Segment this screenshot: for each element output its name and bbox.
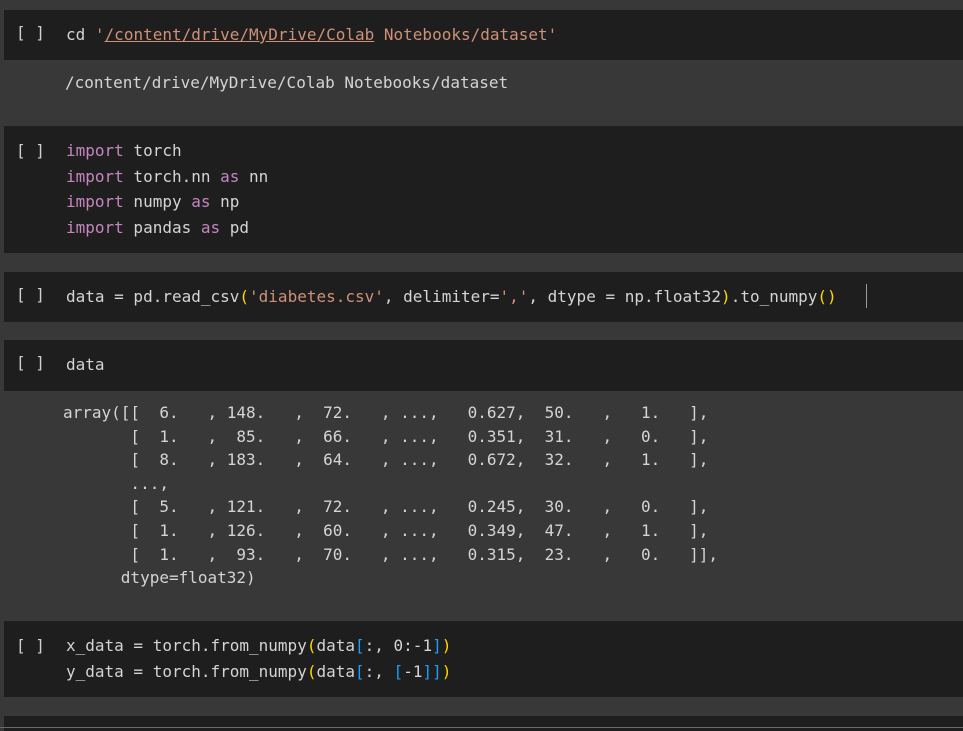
code-token: , delimiter=: [383, 287, 500, 306]
code-token: data = pd.read_csv: [66, 287, 240, 306]
code-editor[interactable]: x_data = torch.from_numpy(data[:, 0:-1])…: [66, 633, 451, 684]
code-cell-cd[interactable]: [ ] cd '/content/drive/MyDrive/Colab Not…: [4, 10, 963, 60]
paren-token: ): [441, 661, 452, 681]
code-editor[interactable]: import torch import torch.nn as nn impor…: [66, 138, 268, 241]
code-token: data: [316, 636, 355, 655]
string-token: ': [547, 25, 558, 44]
output-text: /content/drive/MyDrive/Colab Notebooks/d…: [65, 73, 509, 92]
run-cell-button[interactable]: [ ]: [16, 23, 52, 43]
bracket-token: [: [355, 636, 365, 655]
code-token: numpy: [123, 192, 192, 212]
code-token: torch: [123, 141, 182, 160]
keyword-token: as: [191, 192, 211, 212]
code-editor[interactable]: cd '/content/drive/MyDrive/Colab Noteboo…: [66, 22, 557, 48]
output-line: [ 1. , 85. , 66. , ..., 0.351, 31. , 0. …: [63, 426, 709, 446]
code-token: np: [210, 192, 240, 212]
paren-token: (: [239, 287, 250, 306]
string-token: ': [94, 25, 105, 44]
code-token: nn: [239, 166, 269, 186]
run-cell-button[interactable]: [ ]: [16, 636, 52, 656]
keyword-token: import: [66, 166, 124, 186]
code-cell-data[interactable]: [ ] data: [4, 340, 963, 391]
code-token: -1: [403, 661, 423, 681]
output-line: [ 5. , 121. , 72. , ..., 0.245, 30. , 0.…: [63, 497, 709, 517]
path-link[interactable]: /content/drive/MyDrive/Colab: [105, 25, 375, 44]
output-line: [ 8. , 183. , 64. , ..., 0.672, 32. , 1.…: [63, 450, 709, 470]
code-token: :,: [364, 661, 394, 681]
output-line: ...,: [63, 473, 169, 493]
bracket-token: ]: [432, 661, 442, 681]
paren-token: ): [441, 636, 452, 655]
text-cursor: [866, 284, 867, 308]
code-cell-imports[interactable]: [ ] import torch import torch.nn as nn i…: [4, 126, 963, 253]
output-line: [ 1. , 126. , 60. , ..., 0.349, 47. , 1.…: [63, 521, 709, 540]
string-token: 'diabetes.csv': [249, 287, 384, 306]
keyword-token: import: [66, 192, 124, 212]
paren-token: ): [721, 287, 731, 306]
keyword-token: as: [200, 218, 221, 238]
code-token: y_data = torch.from_numpy: [66, 661, 307, 681]
keyword-token: import: [66, 141, 124, 160]
code-editor[interactable]: data = pd.read_csv('diabetes.csv', delim…: [66, 284, 837, 310]
code-token: :, 0:-1: [364, 636, 433, 655]
code-token: pandas: [123, 218, 201, 238]
bracket-token: ]: [432, 636, 442, 655]
bracket-token: [: [355, 661, 365, 681]
keyword-token: import: [66, 218, 124, 238]
string-token: Notebooks/dataset: [374, 25, 548, 44]
run-cell-button[interactable]: [ ]: [16, 285, 52, 305]
code-token: data: [316, 661, 355, 681]
output-line: array([[ 6. , 148. , 72. , ..., 0.627, 5…: [63, 403, 709, 422]
bracket-token: [: [393, 661, 404, 681]
output-line: dtype=float32): [63, 568, 256, 588]
cell-output-data: array([[ 6. , 148. , 72. , ..., 0.627, 5…: [4, 391, 963, 604]
bracket-token: ]: [422, 661, 433, 681]
paren-token: (): [817, 287, 837, 306]
code-cell-read-csv[interactable]: [ ] data = pd.read_csv('diabetes.csv', d…: [4, 272, 963, 322]
code-token: cd: [66, 25, 86, 44]
code-cell-split[interactable]: [ ] x_data = torch.from_numpy(data[:, 0:…: [4, 621, 963, 697]
code-token: x_data = torch.from_numpy: [66, 636, 307, 655]
code-token: pd: [220, 218, 250, 238]
cell-output-cd: /content/drive/MyDrive/Colab Notebooks/d…: [4, 60, 963, 124]
code-token: torch.nn: [123, 166, 221, 186]
scroll-edge-divider: [0, 727, 963, 728]
keyword-token: as: [220, 166, 240, 186]
code-cell-next[interactable]: [4, 716, 963, 731]
code-token: .to_numpy: [730, 287, 818, 306]
code-token: , dtype = np.float32: [528, 287, 722, 306]
run-cell-button[interactable]: [ ]: [16, 141, 52, 161]
string-token: ',': [499, 287, 529, 306]
output-line: [ 1. , 93. , 70. , ..., 0.315, 23. , 0. …: [63, 544, 719, 564]
code-editor[interactable]: data: [66, 352, 105, 378]
run-cell-button[interactable]: [ ]: [16, 353, 52, 373]
